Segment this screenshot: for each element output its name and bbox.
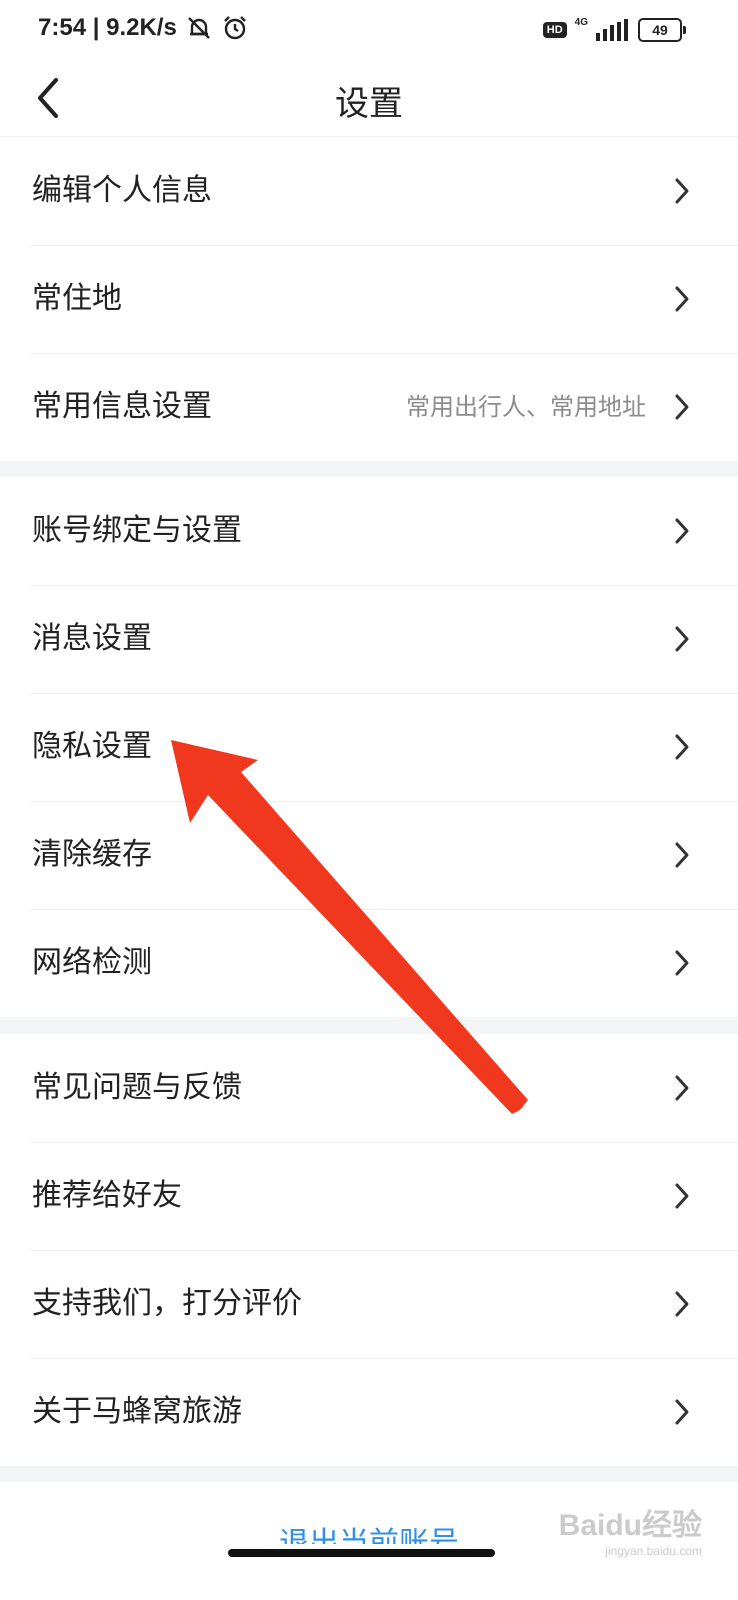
chevron-right-icon xyxy=(675,394,689,420)
chevron-right-icon xyxy=(675,518,689,544)
clock: 7:54 xyxy=(38,14,87,41)
hd-badge: HD xyxy=(542,22,567,38)
settings-item-faq-feedback[interactable]: 常见问题与反馈 xyxy=(0,1034,738,1142)
home-indicator[interactable] xyxy=(228,1549,495,1557)
chevron-right-icon xyxy=(675,1183,689,1209)
mute-bell-icon xyxy=(187,17,210,39)
settings-group-1: 编辑个人信息 常住地 常用信息设置 常用出行人、常用地址 xyxy=(0,137,738,461)
settings-item-residence[interactable]: 常住地 xyxy=(0,245,738,353)
settings-item-network-check[interactable]: 网络检测 xyxy=(0,909,738,1017)
chevron-right-icon xyxy=(675,734,689,760)
settings-item-label: 清除缓存 xyxy=(32,837,152,872)
status-bar: 7:54 | 9.2K/s HD 4G 49 xyxy=(0,0,738,62)
chevron-right-icon xyxy=(675,950,689,976)
chevron-right-icon xyxy=(675,626,689,652)
page-title: 设置 xyxy=(335,84,403,124)
settings-item-account-binding[interactable]: 账号绑定与设置 xyxy=(0,477,738,585)
settings-item-rate[interactable]: 支持我们，打分评价 xyxy=(0,1250,738,1358)
alarm-icon xyxy=(223,16,246,40)
settings-item-detail: 常用出行人、常用地址 xyxy=(406,393,646,421)
settings-item-about[interactable]: 关于马蜂窝旅游 xyxy=(0,1358,738,1466)
chevron-right-icon xyxy=(675,178,689,204)
chevron-right-icon xyxy=(675,842,689,868)
settings-item-label: 关于马蜂窝旅游 xyxy=(32,1394,242,1429)
settings-item-clear-cache[interactable]: 清除缓存 xyxy=(0,801,738,909)
settings-item-label: 隐私设置 xyxy=(32,729,152,764)
status-right: HD 4G 49 xyxy=(542,16,686,42)
settings-item-label: 支持我们，打分评价 xyxy=(32,1286,302,1321)
network-speed: 9.2K/s xyxy=(106,14,177,41)
settings-item-label: 常见问题与反馈 xyxy=(32,1070,242,1105)
settings-item-label: 常用信息设置 xyxy=(32,389,212,424)
settings-item-label: 推荐给好友 xyxy=(32,1178,182,1213)
settings-item-label: 编辑个人信息 xyxy=(32,173,212,208)
chevron-right-icon xyxy=(675,1075,689,1101)
chevron-right-icon xyxy=(675,1291,689,1317)
settings-item-common-info[interactable]: 常用信息设置 常用出行人、常用地址 xyxy=(0,353,738,461)
settings-group-2: 账号绑定与设置 消息设置 隐私设置 清除缓存 网络检测 xyxy=(0,477,738,1017)
network-type: 4G xyxy=(574,16,588,28)
settings-item-edit-profile[interactable]: 编辑个人信息 xyxy=(0,137,738,245)
settings-item-label: 常住地 xyxy=(32,281,122,316)
baidu-watermark: Baidu经验 jingyan.baidu.com xyxy=(558,1509,702,1558)
settings-item-recommend[interactable]: 推荐给好友 xyxy=(0,1142,738,1250)
signal-icon xyxy=(596,19,628,41)
settings-item-label: 消息设置 xyxy=(32,621,152,656)
status-left: 7:54 | 9.2K/s xyxy=(38,14,249,42)
battery-indicator: 49 xyxy=(638,18,686,42)
settings-item-label: 网络检测 xyxy=(32,945,152,980)
nav-bar: 设置 xyxy=(0,62,738,137)
settings-item-notifications[interactable]: 消息设置 xyxy=(0,585,738,693)
chevron-right-icon xyxy=(675,1399,689,1425)
settings-group-3: 常见问题与反馈 推荐给好友 支持我们，打分评价 关于马蜂窝旅游 xyxy=(0,1034,738,1466)
chevron-right-icon xyxy=(675,286,689,312)
settings-item-privacy[interactable]: 隐私设置 xyxy=(0,693,738,801)
settings-item-label: 账号绑定与设置 xyxy=(32,513,242,548)
